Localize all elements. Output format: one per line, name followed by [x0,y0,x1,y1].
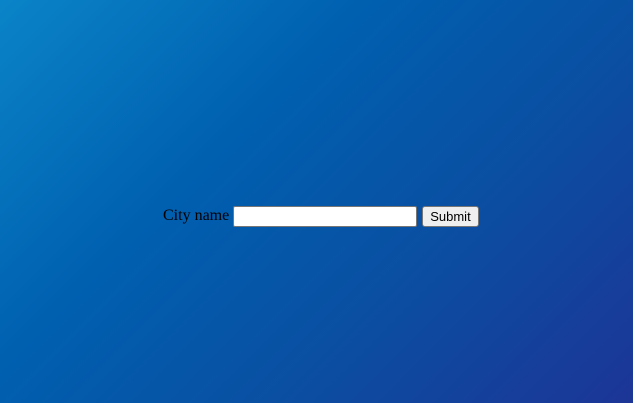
page-background: { "form": { "city_label": "City name", "… [0,0,633,403]
submit-button[interactable]: Submit [422,205,479,227]
city-search-form: City name Submit [163,205,479,227]
city-name-label: City name [163,207,230,224]
city-name-input[interactable] [233,205,418,227]
